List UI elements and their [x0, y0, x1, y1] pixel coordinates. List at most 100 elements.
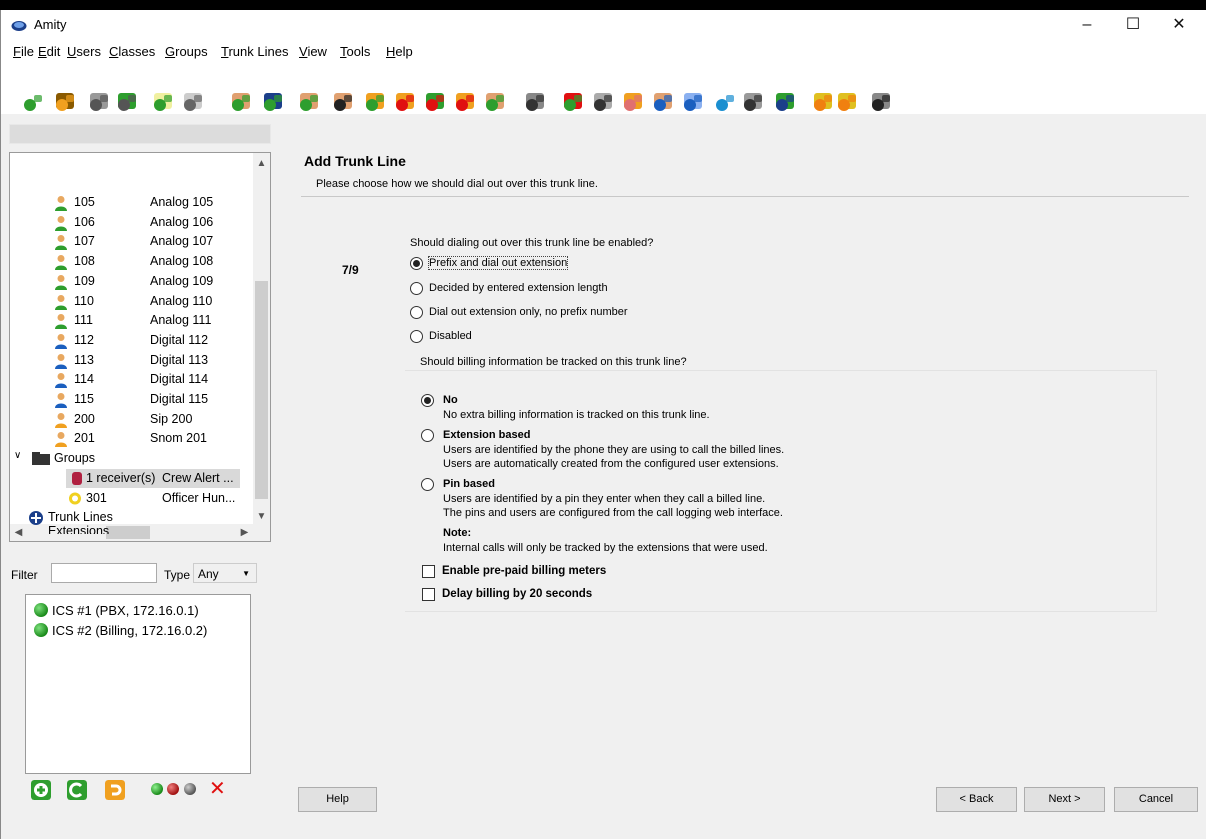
- scroll-down-icon[interactable]: ▼: [253, 508, 270, 525]
- hunt-group-icon: [69, 492, 81, 504]
- back-arrow-icon[interactable]: [811, 91, 835, 113]
- cancel-button[interactable]: Cancel: [1114, 787, 1198, 812]
- settings-tools-icon[interactable]: [741, 91, 765, 113]
- title-bar[interactable]: Amity – ☐ ✕: [1, 10, 1206, 40]
- user-card-icon[interactable]: [261, 91, 285, 113]
- step-indicator: 7/9: [342, 263, 359, 277]
- tree-user-item[interactable]: 115 Digital 115: [54, 390, 254, 409]
- menu-tools[interactable]: Tools: [340, 44, 370, 59]
- tree-user-item[interactable]: 106 Analog 106: [54, 213, 254, 232]
- export-icon[interactable]: [151, 91, 175, 113]
- user-call-icon[interactable]: [651, 91, 675, 113]
- gear-icon[interactable]: [591, 91, 615, 113]
- tree-group-alert-item[interactable]: 1 receiver(s) Crew Alert ...: [66, 468, 240, 488]
- user-number: 200: [74, 411, 95, 426]
- add-extension-icon[interactable]: [561, 91, 585, 113]
- user-description: Sip 200: [150, 411, 193, 426]
- next-button[interactable]: Next >: [1024, 787, 1105, 812]
- tree-user-item[interactable]: 201 Snom 201: [54, 429, 254, 448]
- filter-input[interactable]: [51, 563, 157, 583]
- fax-machine-icon[interactable]: [523, 91, 547, 113]
- group-description: Crew Alert ...: [162, 470, 234, 485]
- upload-icon[interactable]: [713, 91, 737, 113]
- add-user-icon[interactable]: [229, 91, 253, 113]
- tree-user-item[interactable]: 109 Analog 109: [54, 272, 254, 291]
- menu-file[interactable]: File: [13, 44, 34, 59]
- group-users-icon[interactable]: [483, 91, 507, 113]
- server-item[interactable]: ICS #2 (Billing, 172.16.0.2): [34, 623, 207, 641]
- tree-user-item[interactable]: 114 Digital 114: [54, 370, 254, 389]
- radio-label: Disabled: [429, 330, 472, 342]
- refresh-icon[interactable]: [67, 780, 87, 800]
- add-group-icon[interactable]: [297, 91, 321, 113]
- scroll-thumb[interactable]: [255, 281, 268, 499]
- alert-add-icon[interactable]: [453, 91, 477, 113]
- server-item[interactable]: ICS #1 (PBX, 172.16.0.1): [34, 603, 199, 621]
- tree-user-item[interactable]: 105 Analog 105: [54, 193, 254, 212]
- dial-question: Should dialing out over this trunk line …: [410, 237, 654, 249]
- gear-user-icon[interactable]: [621, 91, 645, 113]
- user-number: 106: [74, 214, 95, 229]
- tree-user-item[interactable]: 110 Analog 110: [54, 292, 254, 311]
- radio-selected-icon: [410, 257, 423, 270]
- tree-user-item[interactable]: 113 Digital 113: [54, 351, 254, 370]
- print-icon[interactable]: [181, 91, 205, 113]
- undo-icon[interactable]: [105, 780, 125, 800]
- user-description: Analog 106: [150, 214, 214, 229]
- save-as-icon[interactable]: [115, 91, 139, 113]
- delete-icon[interactable]: ✕: [209, 776, 226, 801]
- tree-user-item[interactable]: 107 Analog 107: [54, 232, 254, 251]
- handset-icon[interactable]: [331, 91, 355, 113]
- billing-extension-title: Extension based: [443, 429, 531, 441]
- menu-help[interactable]: Help: [386, 44, 413, 59]
- tree-extensions-node[interactable]: Extensions: [28, 522, 228, 534]
- user-number: 201: [74, 431, 95, 446]
- app-logo-icon: [11, 21, 27, 31]
- scroll-up-icon[interactable]: ▲: [253, 155, 270, 172]
- tree-user-item[interactable]: 112 Digital 112: [54, 331, 254, 350]
- scroll-left-icon[interactable]: ◀: [10, 524, 27, 541]
- trunk-add-icon[interactable]: [773, 91, 797, 113]
- user-description: Snom 201: [150, 431, 207, 446]
- add-server-icon[interactable]: [31, 780, 51, 800]
- user-number: 115: [74, 392, 94, 406]
- open-folder-icon[interactable]: [53, 91, 77, 113]
- tree-user-item[interactable]: 108 Analog 108: [54, 252, 254, 271]
- menu-trunk-lines[interactable]: Trunk Lines: [221, 44, 288, 59]
- type-select[interactable]: Any ▼: [193, 563, 257, 583]
- tree-user-item[interactable]: 111 Analog 111: [54, 311, 254, 330]
- save-icon[interactable]: [87, 91, 111, 113]
- user-description: Analog 105: [150, 195, 214, 209]
- tree-user-item[interactable]: 200 Sip 200: [54, 410, 254, 429]
- new-icon[interactable]: [21, 91, 45, 113]
- status-green-icon: [34, 623, 48, 637]
- scroll-right-icon[interactable]: ▶: [236, 524, 253, 541]
- menu-edit[interactable]: Edit: [38, 44, 60, 59]
- directory-tree[interactable]: ▲ ▼ ◀ ▶ 105 Analog 105 106 Analog 106 107 Ana…: [9, 152, 271, 542]
- rack-icon[interactable]: [869, 91, 893, 113]
- help-button[interactable]: Help: [298, 787, 377, 812]
- tree-vertical-scrollbar[interactable]: ▲ ▼: [253, 153, 270, 525]
- tree-groups-node[interactable]: ∨ Groups: [14, 449, 234, 468]
- speaker-add-icon[interactable]: [423, 91, 447, 113]
- checkbox-icon: [422, 588, 435, 601]
- toggle-icon[interactable]: [681, 91, 705, 113]
- handset-add-icon[interactable]: [363, 91, 387, 113]
- led-gray-icon: [183, 783, 196, 795]
- tree-group-hunt-item[interactable]: 301 Officer Hun...: [66, 489, 246, 508]
- back-button[interactable]: < Back: [936, 787, 1017, 812]
- minimize-button[interactable]: –: [1064, 10, 1110, 40]
- menu-groups[interactable]: Groups: [165, 44, 208, 59]
- close-button[interactable]: ✕: [1156, 10, 1202, 40]
- menu-bar: File Edit Users Classes Groups Trunk Lin…: [1, 40, 1206, 62]
- group-description: Officer Hun...: [162, 490, 236, 505]
- led-green-icon: [151, 783, 163, 795]
- menu-view[interactable]: View: [299, 44, 327, 59]
- menu-classes[interactable]: Classes: [109, 44, 155, 59]
- expand-chevron-icon[interactable]: ∨: [14, 450, 21, 461]
- radio-selected-icon: [421, 394, 434, 407]
- speaker-icon[interactable]: [393, 91, 417, 113]
- menu-users[interactable]: Users: [67, 44, 101, 59]
- forward-arrow-icon[interactable]: [835, 91, 859, 113]
- maximize-button[interactable]: ☐: [1110, 10, 1156, 40]
